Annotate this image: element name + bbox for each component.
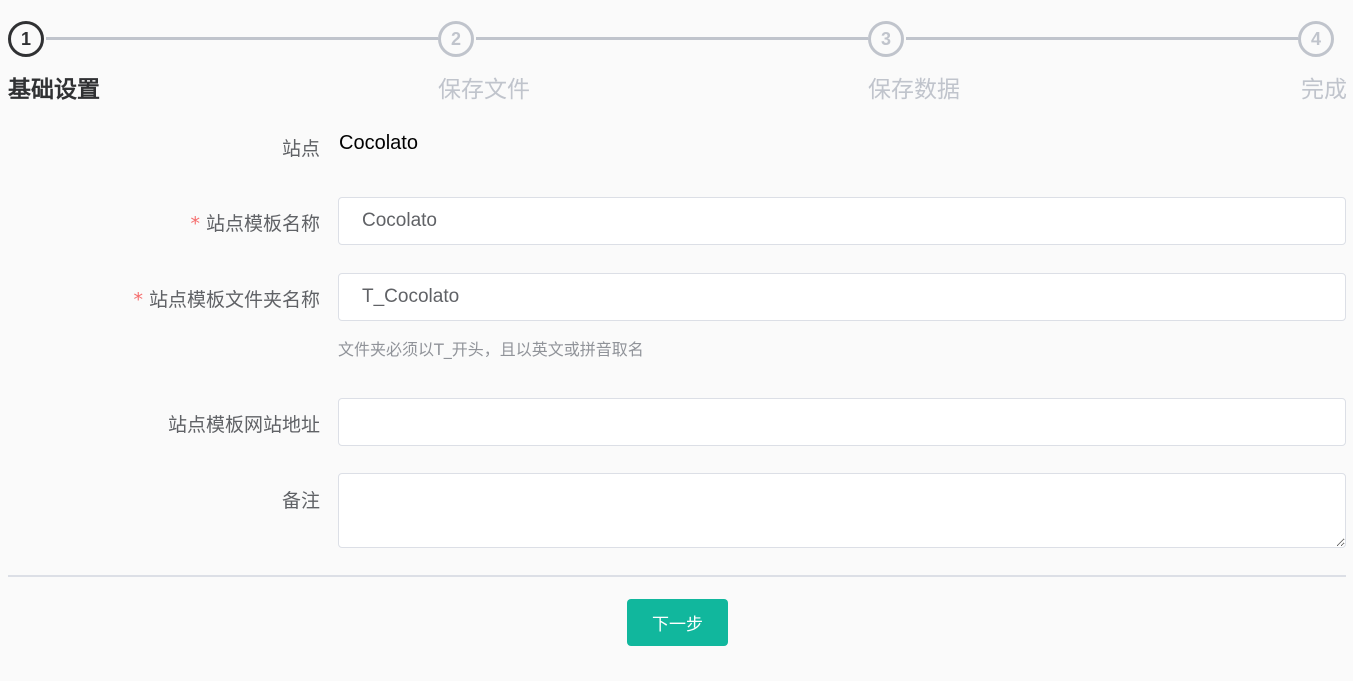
website-url-input[interactable] [338, 398, 1346, 446]
template-name-label: * 站点模板名称 [190, 209, 320, 236]
folder-name-hint: 文件夹必须以T_开头，且以英文或拼音取名 [338, 340, 644, 359]
step-3-title: 保存数据 [868, 77, 960, 103]
step-1-icon: 1 [8, 21, 44, 57]
folder-name-input[interactable] [338, 273, 1346, 321]
step-2-icon: 2 [438, 21, 474, 57]
step-connector [476, 37, 868, 40]
template-name-input[interactable] [338, 197, 1346, 245]
step-connector [906, 37, 1298, 40]
required-mark: * [133, 289, 143, 311]
remark-label: 备注 [281, 490, 320, 512]
next-step-button[interactable]: 下一步 [627, 599, 728, 646]
folder-name-label: * 站点模板文件夹名称 [133, 285, 320, 312]
site-value: Cocolato [339, 132, 418, 154]
step-4-icon: 4 [1298, 21, 1334, 57]
step-connector [46, 37, 438, 40]
folder-name-label-text: 站点模板文件夹名称 [148, 289, 320, 311]
divider [8, 575, 1346, 577]
remark-textarea[interactable] [338, 473, 1346, 548]
website-url-label: 站点模板网站地址 [167, 414, 320, 436]
steps-bar: 1 2 3 4 基础设置 保存文件 保存数据 完成 [0, 0, 1353, 110]
step-3-icon: 3 [868, 21, 904, 57]
required-mark: * [190, 213, 200, 235]
template-name-label-text: 站点模板名称 [205, 213, 320, 235]
step-1-title: 基础设置 [8, 77, 100, 103]
site-label: 站点 [281, 138, 320, 160]
step-2-title: 保存文件 [438, 77, 530, 103]
step-4-title: 完成 [1301, 77, 1347, 103]
